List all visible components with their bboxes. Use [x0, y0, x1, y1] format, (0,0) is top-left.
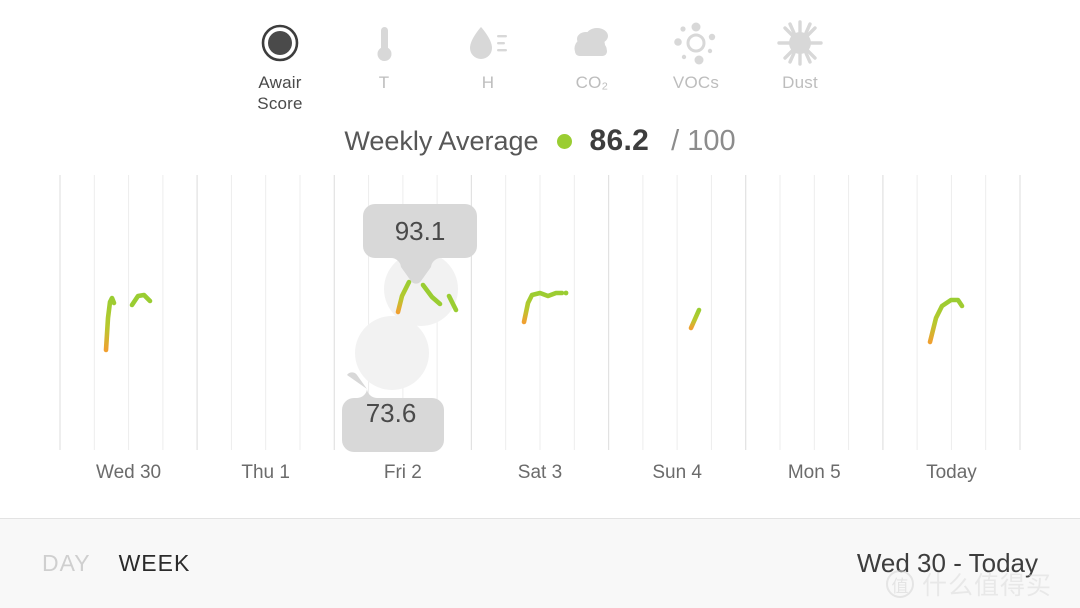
tooltip-lower-value: 73.6: [366, 398, 417, 428]
weekly-average-label: Weekly Average: [344, 125, 539, 156]
range-tab-week[interactable]: WEEK: [119, 550, 191, 577]
awair-score-chart[interactable]: 93.1 73.6: [0, 170, 1080, 460]
axis-label-sat-3: Sat 3: [517, 462, 563, 483]
chart-x-axis: Wed 30 Thu 1 Fri 2 Sat 3 Sun 4 Mon 5 Tod…: [0, 462, 1080, 502]
tooltip-upper[interactable]: 93.1: [363, 204, 477, 284]
chart-canvas: 93.1 73.6: [59, 175, 1021, 452]
axis-label-today: Today: [926, 462, 977, 483]
awair-trends-screen: Awair Score T H CO₂ VOCs Dust Weekly Ave…: [0, 0, 1080, 608]
bottom-toolbar: DAY WEEK Wed 30 - Today: [0, 518, 1080, 608]
weekly-average-row: Weekly Average 86.2 / 100: [0, 124, 1080, 158]
dust-particle-icon: [775, 14, 825, 72]
metric-tab-temperature[interactable]: T: [332, 14, 436, 93]
tooltip-upper-value: 93.1: [395, 216, 446, 246]
metric-label-dust: Dust: [782, 73, 818, 92]
metric-tab-co2[interactable]: CO₂: [540, 14, 644, 93]
metric-tab-dust[interactable]: Dust: [748, 14, 852, 93]
axis-label-wed-30: Wed 30: [95, 462, 162, 483]
metric-label-humidity: H: [481, 73, 495, 92]
range-tab-group: DAY WEEK: [42, 550, 190, 577]
range-tab-day[interactable]: DAY: [42, 550, 91, 577]
metric-tab-bar: Awair Score T H CO₂ VOCs Dust: [0, 14, 1080, 122]
thermometer-icon: [363, 14, 405, 72]
score-status-dot: [556, 133, 572, 149]
awair-score-icon: [259, 14, 301, 72]
axis-label-fri-2: Fri 2: [383, 462, 422, 483]
axis-label-thu-1: Thu 1: [241, 462, 290, 483]
chart-series-awair-score: [103, 279, 965, 353]
date-range-label[interactable]: Wed 30 - Today: [857, 548, 1038, 579]
weekly-average-value: 86.2: [589, 124, 650, 157]
metric-label-awair-score: Awair Score: [257, 73, 303, 113]
metric-label-co2: CO₂: [575, 73, 609, 92]
cloud-icon: [564, 14, 620, 72]
chart-gridlines: [59, 175, 1021, 450]
metric-tab-awair-score[interactable]: Awair Score: [228, 14, 332, 114]
droplet-icon: [463, 14, 513, 72]
metric-label-temperature: T: [378, 73, 390, 92]
metric-label-vocs: VOCs: [672, 73, 720, 92]
metric-tab-humidity[interactable]: H: [436, 14, 540, 93]
sun-dots-icon: [670, 14, 722, 72]
axis-label-mon-5: Mon 5: [787, 462, 841, 483]
weekly-average-max: / 100: [671, 124, 736, 157]
axis-label-sun-4: Sun 4: [652, 462, 702, 483]
metric-tab-vocs[interactable]: VOCs: [644, 14, 748, 93]
